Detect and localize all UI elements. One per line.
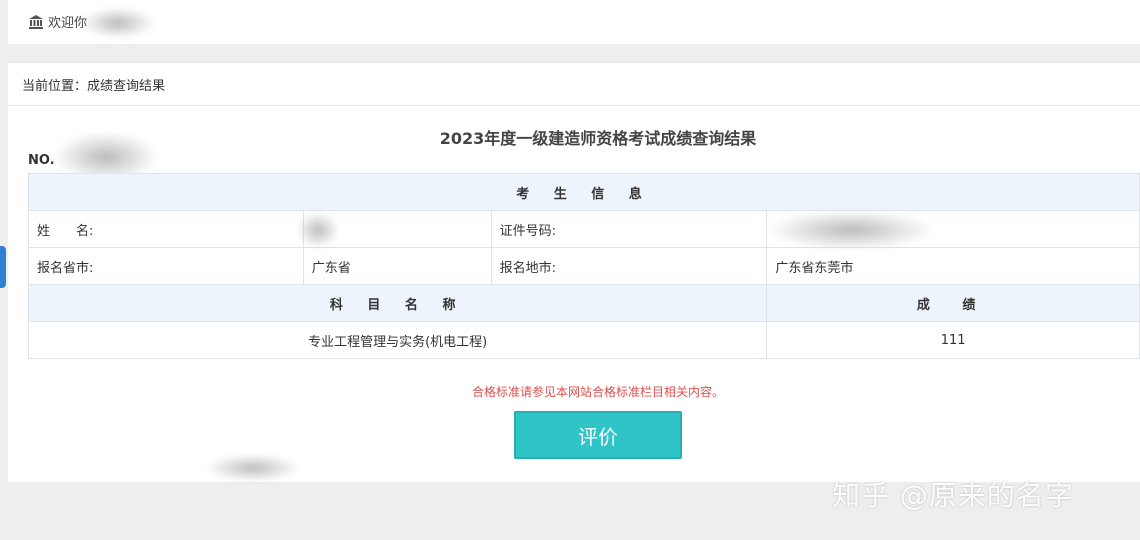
redaction-blur [208, 455, 298, 481]
redaction-blur [83, 8, 153, 38]
redaction-blur [297, 213, 338, 247]
province-value: 广东省 [302, 247, 492, 285]
location-label: 报名地市: [490, 247, 768, 285]
subject-name-header: 科 目 名 称 [27, 284, 768, 322]
redaction-blur [771, 211, 932, 249]
subject-score: 111 [766, 321, 1140, 359]
table-row: 科 目 名 称 成 绩 [27, 284, 1140, 322]
score-header: 成 绩 [766, 284, 1140, 322]
certificate-number-label: NO. [28, 153, 55, 168]
table-row: 专业工程管理与实务(机电工程) 111 [27, 321, 1140, 359]
table-row: 报名省市: 广东省 报名地市: 广东省东莞市 [28, 247, 1140, 285]
name-value [297, 210, 492, 248]
welcome-text: 欢迎你 [48, 16, 88, 31]
breadcrumb: 当前位置：成绩查询结果 [22, 79, 166, 94]
passing-standard-notice: 合格标准请参见本网站合格标准栏目相关内容。 [471, 385, 724, 399]
page-title: 2023年度一级建造师资格考试成绩查询结果 [439, 129, 757, 148]
breadcrumb-divider [8, 105, 1140, 106]
result-table: 考 生 信 息 姓 名: 证件号码: 报名省市: 广东省 报名地市: 广东省东莞… [27, 173, 1140, 359]
id-number-value [766, 210, 1140, 249]
name-label: 姓 名: [28, 210, 304, 248]
main-panel: 当前位置：成绩查询结果 2023年度一级建造师资格考试成绩查询结果 NO. 考 … [8, 62, 1140, 482]
location-value: 广东省东莞市 [766, 247, 1140, 285]
welcome-area: 欢迎你 [28, 12, 87, 31]
id-number-label: 证件号码: [490, 210, 768, 248]
candidate-info-header: 考 生 信 息 [28, 173, 1140, 211]
rate-button[interactable]: 评价 [514, 411, 682, 459]
table-row: 姓 名: 证件号码: [28, 210, 1140, 249]
watermark: 知乎 @原来的名字 [832, 479, 1074, 512]
province-label: 报名省市: [28, 247, 304, 285]
bank-icon [28, 14, 44, 30]
subject-name: 专业工程管理与实务(机电工程) [27, 321, 768, 359]
top-bar: 欢迎你 [8, 0, 1140, 44]
table-row: 考 生 信 息 [28, 173, 1140, 211]
side-float-tab[interactable] [0, 246, 6, 288]
